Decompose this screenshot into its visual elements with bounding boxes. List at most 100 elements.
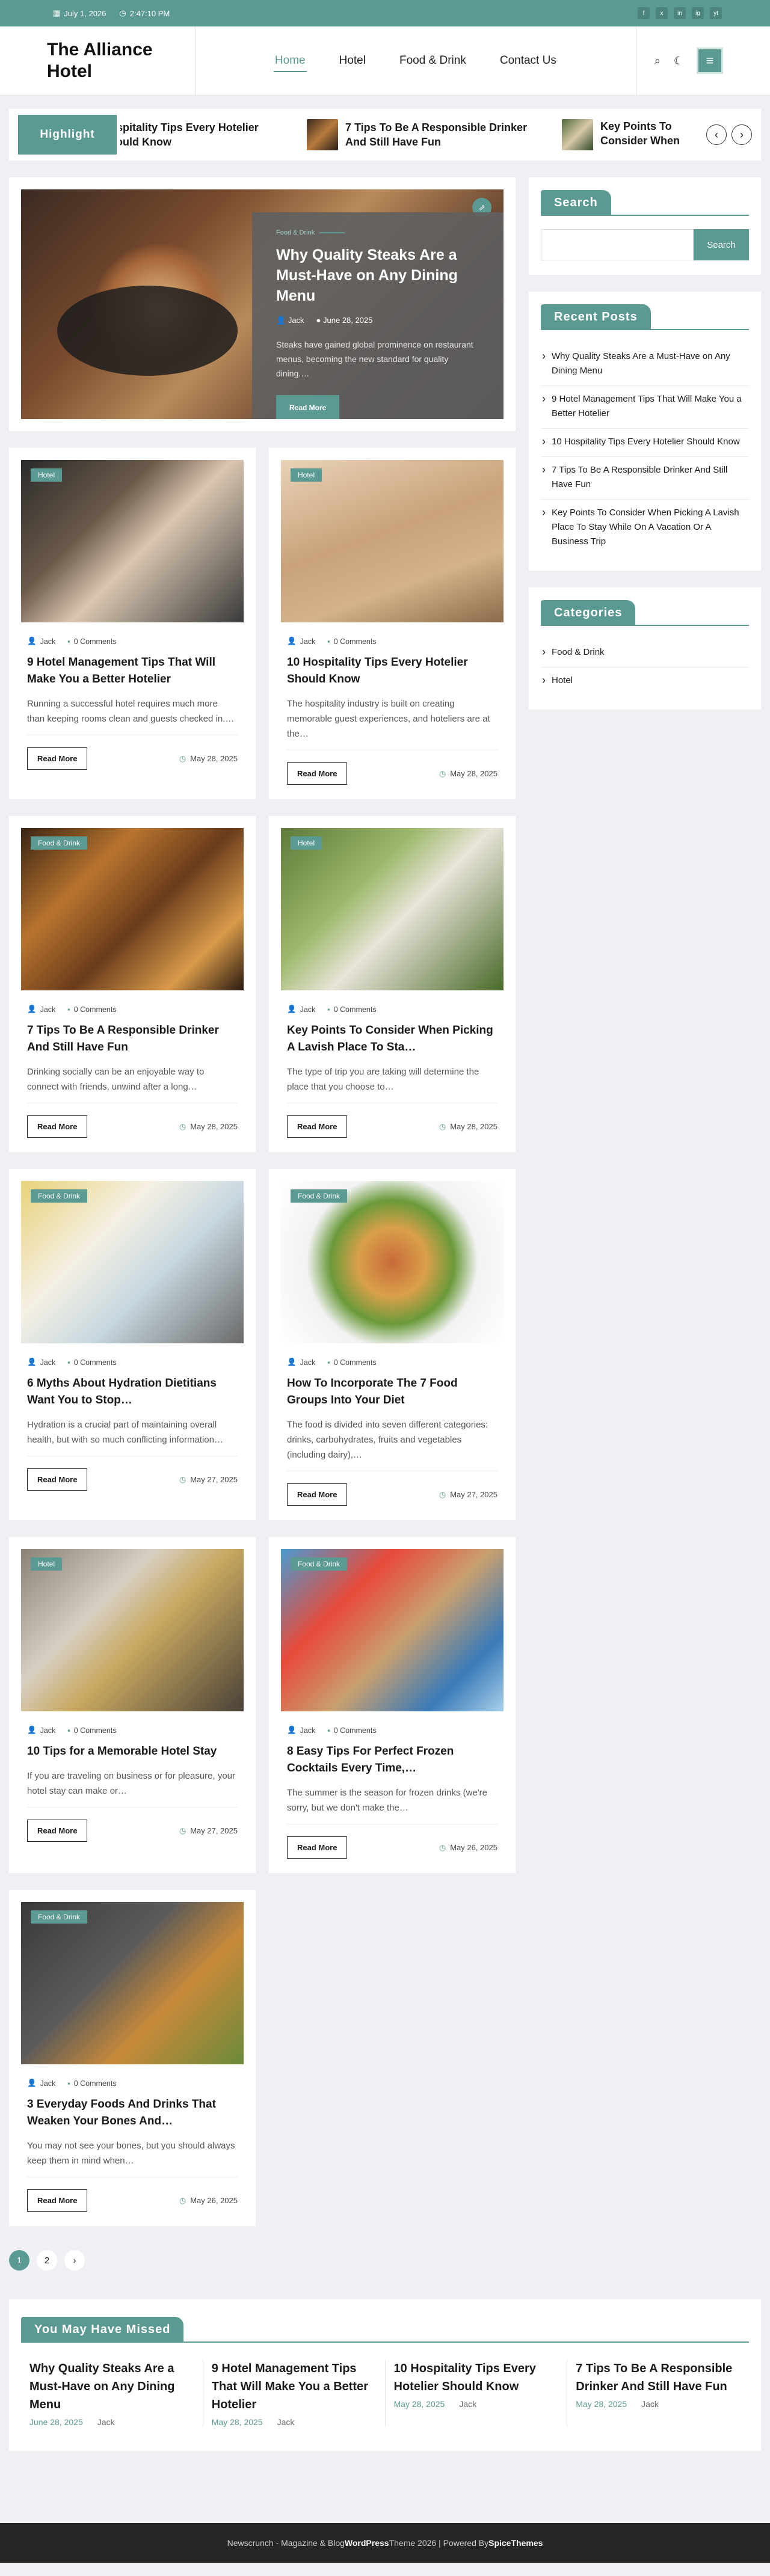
post-image[interactable]: Food & Drink bbox=[281, 1181, 504, 1343]
post-comments[interactable]: ▪ 0 Comments bbox=[327, 1358, 376, 1367]
read-more-button[interactable]: Read More bbox=[27, 1820, 88, 1842]
featured-title[interactable]: Why Quality Steaks Are a Must-Have on An… bbox=[276, 245, 479, 306]
featured-image[interactable]: ⇗ Food & Drink Why Quality Steaks Are a … bbox=[21, 189, 504, 419]
ticker-next-button[interactable]: › bbox=[732, 124, 752, 145]
recent-post-link[interactable]: Why Quality Steaks Are a Must-Have on An… bbox=[541, 343, 749, 386]
category-link[interactable]: Food & Drink bbox=[541, 639, 749, 667]
post-category-badge[interactable]: Food & Drink bbox=[31, 1189, 88, 1203]
post-title[interactable]: 10 Tips for a Memorable Hotel Stay bbox=[27, 1743, 238, 1760]
post-author[interactable]: 👤 Jack bbox=[287, 1005, 315, 1014]
post-category-badge[interactable]: Hotel bbox=[31, 468, 63, 482]
post-image[interactable]: Hotel bbox=[21, 460, 244, 622]
read-more-button[interactable]: Read More bbox=[287, 1115, 348, 1138]
missed-post-title[interactable]: 7 Tips To Be A Responsible Drinker And S… bbox=[576, 2360, 741, 2396]
category-link[interactable]: Hotel bbox=[541, 667, 749, 695]
search-icon[interactable]: ⌕ bbox=[654, 55, 661, 67]
youtube-icon[interactable]: yt bbox=[710, 7, 722, 19]
search-button[interactable]: Search bbox=[694, 229, 749, 260]
post-comments[interactable]: ▪ 0 Comments bbox=[67, 1005, 116, 1014]
featured-date: ● June 28, 2025 bbox=[316, 316, 373, 325]
post-image[interactable]: Hotel bbox=[281, 828, 504, 990]
read-more-button[interactable]: Read More bbox=[287, 1483, 348, 1506]
post-category-badge[interactable]: Food & Drink bbox=[31, 1910, 88, 1924]
dark-mode-icon[interactable]: ☾ bbox=[674, 55, 683, 67]
linkedin-icon[interactable]: in bbox=[674, 7, 686, 19]
missed-post-author[interactable]: Jack bbox=[641, 2399, 659, 2409]
post-author[interactable]: 👤 Jack bbox=[27, 1358, 55, 1367]
recent-post-link[interactable]: 9 Hotel Management Tips That Will Make Y… bbox=[541, 386, 749, 429]
post-comments[interactable]: ▪ 0 Comments bbox=[67, 1358, 116, 1367]
read-more-button[interactable]: Read More bbox=[27, 747, 88, 770]
nav-food-drink[interactable]: Food & Drink bbox=[395, 51, 471, 71]
ticker-item[interactable]: Key Points To Consider When Picking A La… bbox=[562, 119, 700, 150]
post-comments[interactable]: ▪ 0 Comments bbox=[327, 1005, 376, 1014]
instagram-icon[interactable]: ig bbox=[692, 7, 704, 19]
post-title[interactable]: 9 Hotel Management Tips That Will Make Y… bbox=[27, 654, 238, 688]
post-image[interactable]: Food & Drink bbox=[281, 1549, 504, 1711]
page-1[interactable]: 1 bbox=[9, 2250, 29, 2271]
next-page-icon[interactable]: › bbox=[64, 2250, 85, 2271]
recent-post-link[interactable]: 10 Hospitality Tips Every Hotelier Shoul… bbox=[541, 429, 749, 457]
post-author[interactable]: 👤 Jack bbox=[287, 1358, 315, 1367]
post-author[interactable]: 👤 Jack bbox=[287, 1726, 315, 1735]
featured-read-more-button[interactable]: Read More bbox=[276, 395, 340, 419]
read-more-button[interactable]: Read More bbox=[27, 2189, 88, 2212]
post-comments[interactable]: ▪ 0 Comments bbox=[67, 637, 116, 646]
post-image[interactable]: Hotel bbox=[281, 460, 504, 622]
recent-post-link[interactable]: Key Points To Consider When Picking A La… bbox=[541, 500, 749, 556]
missed-post-title[interactable]: Why Quality Steaks Are a Must-Have on An… bbox=[29, 2360, 194, 2414]
post-category-badge[interactable]: Food & Drink bbox=[291, 1189, 348, 1203]
post-title[interactable]: 10 Hospitality Tips Every Hotelier Shoul… bbox=[287, 654, 497, 688]
post-title[interactable]: Key Points To Consider When Picking A La… bbox=[287, 1022, 497, 1056]
page-2[interactable]: 2 bbox=[37, 2250, 57, 2271]
read-more-button[interactable]: Read More bbox=[287, 1836, 348, 1859]
ticker-prev-button[interactable]: ‹ bbox=[706, 124, 727, 145]
ticker-item[interactable]: 7 Tips To Be A Responsible Drinker And S… bbox=[307, 119, 538, 150]
menu-icon[interactable]: ≡ bbox=[697, 48, 723, 74]
post-category-badge[interactable]: Hotel bbox=[291, 468, 322, 482]
missed-post-author[interactable]: Jack bbox=[97, 2417, 115, 2427]
post-category-badge[interactable]: Food & Drink bbox=[31, 836, 88, 850]
recent-post-link[interactable]: 7 Tips To Be A Responsible Drinker And S… bbox=[541, 457, 749, 500]
post-author[interactable]: 👤 Jack bbox=[27, 2079, 55, 2088]
post-comments[interactable]: ▪ 0 Comments bbox=[67, 2079, 116, 2088]
x-icon[interactable]: x bbox=[656, 7, 668, 19]
post-image[interactable]: Food & Drink bbox=[21, 1181, 244, 1343]
facebook-icon[interactable]: f bbox=[638, 7, 650, 19]
post-comments[interactable]: ▪ 0 Comments bbox=[327, 1726, 376, 1735]
post-title[interactable]: 3 Everyday Foods And Drinks That Weaken … bbox=[27, 2096, 238, 2130]
read-more-button[interactable]: Read More bbox=[27, 1115, 88, 1138]
search-input[interactable] bbox=[541, 229, 694, 260]
post-category-badge[interactable]: Hotel bbox=[291, 836, 322, 850]
site-logo[interactable]: The Alliance Hotel bbox=[47, 39, 195, 82]
post-author[interactable]: 👤 Jack bbox=[27, 1005, 55, 1014]
nav-hotel[interactable]: Hotel bbox=[334, 51, 371, 71]
spicethemes-link[interactable]: SpiceThemes bbox=[488, 2538, 543, 2548]
post-title[interactable]: 8 Easy Tips For Perfect Frozen Cocktails… bbox=[287, 1743, 497, 1777]
read-more-button[interactable]: Read More bbox=[27, 1468, 88, 1491]
nav-home[interactable]: Home bbox=[270, 51, 310, 72]
post-title[interactable]: 7 Tips To Be A Responsible Drinker And S… bbox=[27, 1022, 238, 1056]
post-image[interactable]: Hotel bbox=[21, 1549, 244, 1711]
post-image[interactable]: Food & Drink bbox=[21, 828, 244, 990]
missed-post-title[interactable]: 9 Hotel Management Tips That Will Make Y… bbox=[212, 2360, 377, 2414]
featured-author[interactable]: 👤 Jack bbox=[276, 316, 304, 325]
missed-post-title[interactable]: 10 Hospitality Tips Every Hotelier Shoul… bbox=[394, 2360, 559, 2396]
missed-post-author[interactable]: Jack bbox=[277, 2417, 295, 2427]
post-title[interactable]: 6 Myths About Hydration Dietitians Want … bbox=[27, 1375, 238, 1409]
post-image[interactable]: Food & Drink bbox=[21, 1902, 244, 2064]
read-more-button[interactable]: Read More bbox=[287, 762, 348, 785]
wordpress-link[interactable]: WordPress bbox=[345, 2538, 389, 2548]
post-title[interactable]: How To Incorporate The 7 Food Groups Int… bbox=[287, 1375, 497, 1409]
post-comments[interactable]: ▪ 0 Comments bbox=[327, 637, 376, 646]
nav-contact[interactable]: Contact Us bbox=[495, 51, 561, 71]
post-author[interactable]: 👤 Jack bbox=[287, 637, 315, 646]
post-comments[interactable]: ▪ 0 Comments bbox=[67, 1726, 116, 1735]
missed-post-author[interactable]: Jack bbox=[459, 2399, 476, 2409]
post-category-badge[interactable]: Food & Drink bbox=[291, 1557, 348, 1571]
featured-category[interactable]: Food & Drink bbox=[276, 229, 479, 236]
ticker-item[interactable]: Hospitality Tips Every Hotelier Should K… bbox=[120, 120, 283, 149]
post-category-badge[interactable]: Hotel bbox=[31, 1557, 63, 1571]
post-author[interactable]: 👤 Jack bbox=[27, 637, 55, 646]
post-author[interactable]: 👤 Jack bbox=[27, 1726, 55, 1735]
